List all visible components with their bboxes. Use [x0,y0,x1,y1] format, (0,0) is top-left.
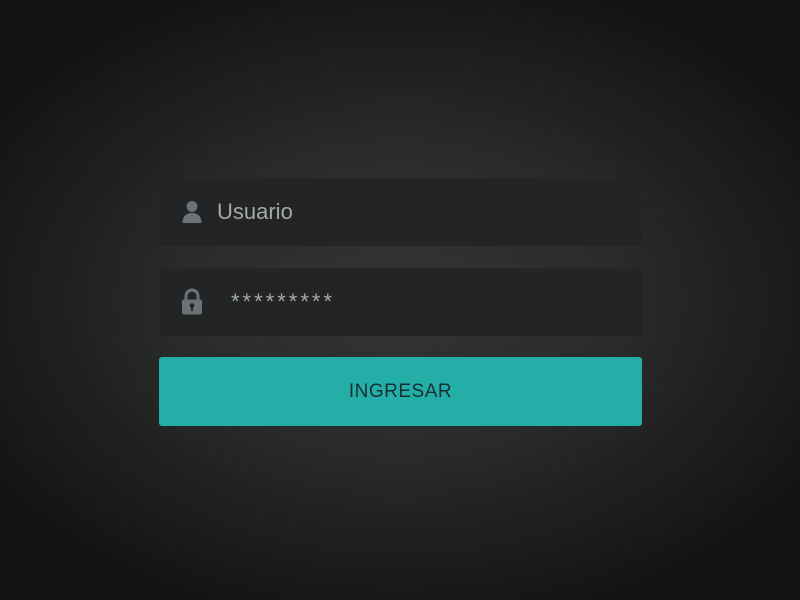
password-input[interactable] [231,268,626,336]
user-icon [181,198,203,226]
username-field[interactable] [159,178,642,246]
login-button[interactable]: INGRESAR [159,357,642,426]
password-field[interactable] [159,268,642,336]
login-form: INGRESAR [159,178,642,426]
username-input[interactable] [217,178,626,246]
lock-icon [181,288,203,316]
